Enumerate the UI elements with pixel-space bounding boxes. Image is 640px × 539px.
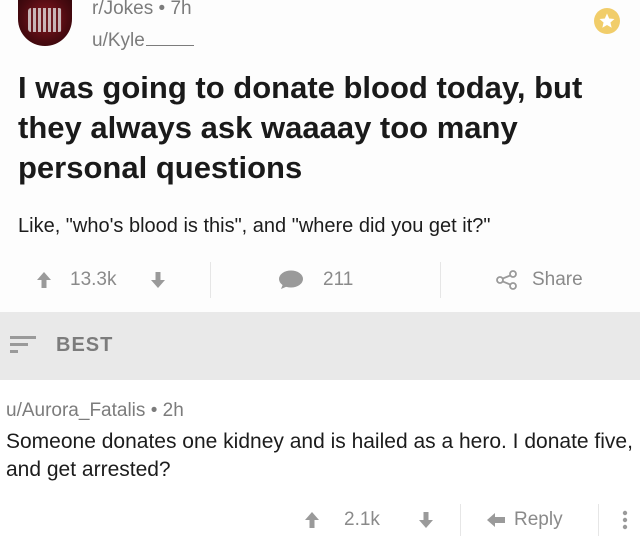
- comment-author[interactable]: u/Aurora_Fatalis: [6, 400, 145, 421]
- downvote-arrow-icon: [418, 511, 434, 529]
- share-label: Share: [532, 269, 583, 290]
- action-divider: [440, 262, 441, 298]
- downvote-arrow-icon: [150, 271, 166, 289]
- post-body: Like, "who's blood is this", and "where …: [18, 215, 491, 237]
- comment-body: Someone donates one kidney and is hailed…: [6, 430, 633, 481]
- gold-award-icon: [594, 8, 620, 34]
- comment-count: 211: [323, 269, 354, 290]
- post-score: 13.3k: [70, 269, 117, 290]
- more-options-button[interactable]: [622, 502, 628, 538]
- author-link[interactable]: u/Kyle: [92, 30, 145, 51]
- upvote-arrow-icon: [304, 511, 320, 529]
- speech-bubble-icon: [278, 270, 304, 290]
- downvote-button[interactable]: [150, 258, 166, 302]
- post-title[interactable]: I was going to donate blood today, but t…: [18, 68, 628, 188]
- avatar-image: [28, 8, 62, 32]
- subreddit-link[interactable]: r/Jokes: [92, 0, 153, 19]
- post-meta-subreddit: r/Jokes • 7h: [92, 0, 192, 20]
- share-button[interactable]: Share: [496, 258, 583, 302]
- subreddit-avatar[interactable]: [18, 0, 72, 46]
- meta-separator: •: [158, 0, 166, 19]
- post-card: r/Jokes • 7h u/Kyle I was going to donat…: [0, 0, 640, 312]
- action-divider: [598, 504, 599, 536]
- post-meta-author: u/Kyle: [92, 30, 194, 52]
- comment: u/Aurora_Fatalis • 2h Someone donates on…: [0, 380, 640, 539]
- reply-arrow-icon: [486, 512, 506, 528]
- share-icon: [496, 270, 518, 290]
- comments-button[interactable]: [278, 258, 304, 302]
- comment-meta: u/Aurora_Fatalis • 2h: [6, 400, 184, 422]
- upvote-button[interactable]: [36, 258, 52, 302]
- reply-label: Reply: [514, 509, 563, 530]
- sort-label: BEST: [56, 334, 114, 356]
- action-divider: [210, 262, 211, 298]
- meta-separator: •: [150, 400, 158, 421]
- post-time: 7h: [170, 0, 192, 19]
- comment-score: 2.1k: [344, 509, 380, 530]
- reply-button[interactable]: Reply: [486, 502, 563, 538]
- post-action-bar: 13.3k 211 Share: [0, 258, 640, 302]
- sort-bar[interactable]: BEST: [0, 312, 640, 380]
- comment-time: 2h: [162, 400, 184, 421]
- redacted-username-line: [145, 45, 194, 46]
- upvote-arrow-icon: [36, 271, 52, 289]
- more-vertical-icon: [622, 510, 628, 530]
- action-divider: [460, 504, 461, 536]
- comment-downvote-button[interactable]: [418, 502, 434, 538]
- sort-lines-icon: [10, 334, 40, 361]
- comment-upvote-button[interactable]: [304, 502, 320, 538]
